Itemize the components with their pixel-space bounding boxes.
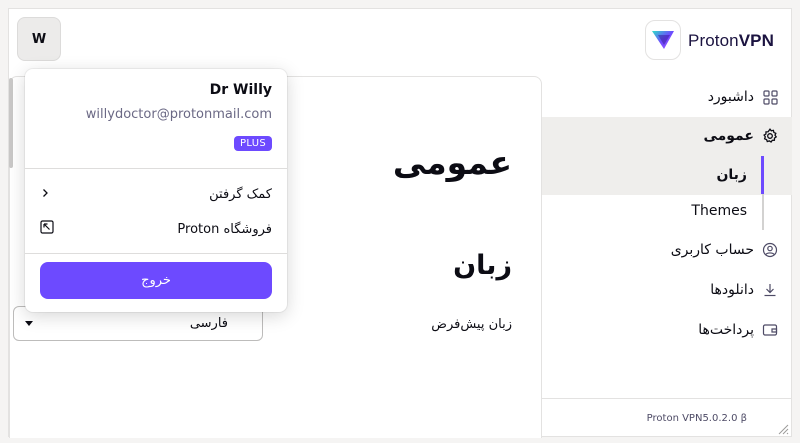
sidebar-item-label: پرداخت‌ها bbox=[698, 322, 754, 338]
divider bbox=[25, 253, 287, 254]
account-email: willydoctor@protonmail.com bbox=[85, 107, 272, 122]
wallet-icon bbox=[762, 322, 778, 338]
user-circle-icon bbox=[762, 242, 778, 258]
avatar-initial: W bbox=[31, 31, 47, 47]
get-help-menu-item[interactable]: کمک گرفتن bbox=[40, 182, 272, 206]
submenu-active-indicator bbox=[761, 156, 764, 194]
logo-text-proton: Proton bbox=[688, 31, 739, 50]
grid-icon bbox=[762, 89, 778, 105]
gear-icon bbox=[762, 128, 778, 144]
sidebar-item-general[interactable]: عمومی bbox=[703, 128, 778, 144]
chevron-left-icon bbox=[40, 187, 50, 202]
external-link-icon bbox=[40, 220, 54, 238]
sidebar-item-label: داشبورد bbox=[707, 89, 754, 105]
account-name: Dr Willy bbox=[209, 82, 272, 98]
default-language-label: زبان پیش‌فرض bbox=[431, 317, 512, 332]
sidebar-item-label: حساب کاربری bbox=[670, 242, 754, 258]
app-logo-text: ProtonVPN bbox=[688, 31, 774, 51]
sidebar-item-dashboard[interactable]: داشبورد bbox=[708, 89, 778, 105]
sidebar-item-payments[interactable]: پرداخت‌ها bbox=[698, 322, 778, 338]
sidebar-item-label: دانلودها bbox=[710, 282, 754, 298]
resize-grip-icon[interactable] bbox=[775, 420, 789, 435]
sign-out-label: خروج bbox=[141, 273, 171, 288]
section-title-language: زبان bbox=[453, 250, 512, 281]
plan-badge: PLUS bbox=[234, 136, 272, 151]
divider bbox=[25, 168, 287, 169]
page-title: عمومی bbox=[392, 143, 512, 182]
account-button[interactable]: W bbox=[17, 17, 61, 61]
sidebar-item-downloads[interactable]: دانلودها bbox=[710, 282, 778, 298]
sign-out-button[interactable]: خروج bbox=[40, 262, 272, 299]
sidebar-footer: Proton VPN5.0.2.0 β bbox=[542, 398, 792, 437]
caret-down-icon bbox=[25, 321, 33, 326]
proton-vpn-logo-icon bbox=[645, 20, 681, 60]
content-scrollbar[interactable] bbox=[9, 78, 13, 168]
menu-item-label: کمک گرفتن bbox=[209, 186, 272, 202]
menu-item-label: فروشگاه Proton bbox=[177, 221, 272, 237]
sidebar-item-label: عمومی bbox=[703, 128, 754, 144]
sidebar-item-account[interactable]: حساب کاربری bbox=[671, 242, 778, 258]
account-dropdown: Dr Willy willydoctor@protonmail.com PLUS… bbox=[25, 69, 287, 312]
sidebar-subitem-themes[interactable]: Themes bbox=[691, 203, 747, 219]
sidebar-subitem-language[interactable]: زبان bbox=[716, 167, 747, 183]
download-icon bbox=[762, 282, 778, 298]
logo-text-vpn: VPN bbox=[738, 31, 774, 50]
proton-shop-menu-item[interactable]: فروشگاه Proton bbox=[40, 217, 272, 241]
language-select-value: فارسی bbox=[189, 316, 228, 331]
app-version: Proton VPN5.0.2.0 β bbox=[646, 413, 747, 424]
